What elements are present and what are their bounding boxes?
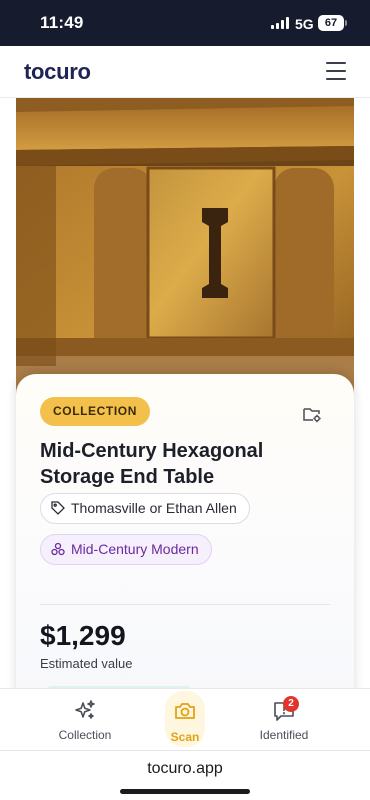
nav-scan-label: Scan xyxy=(170,730,200,744)
status-time: 11:49 xyxy=(40,13,84,32)
nav-collection[interactable]: Collection xyxy=(35,689,135,751)
divider xyxy=(40,604,330,605)
network-type: 5G xyxy=(295,16,314,32)
url-text[interactable]: tocuro.app xyxy=(0,760,370,778)
collection-badge: COLLECTION xyxy=(40,397,150,426)
camera-icon xyxy=(175,703,195,719)
battery-nub xyxy=(345,20,347,26)
item-detail-card: COLLECTION Mid-Century Hexagonal Storage… xyxy=(16,374,354,704)
style-chip[interactable]: Mid-Century Modern xyxy=(40,534,212,565)
brand-chip[interactable]: Thomasville or Ethan Allen xyxy=(40,493,250,524)
signal-icon xyxy=(271,17,289,29)
style-icon xyxy=(51,542,65,556)
nav-scan[interactable]: Scan xyxy=(135,689,235,751)
style-label: Mid-Century Modern xyxy=(71,541,199,557)
status-bar: 11:49 5G 67 xyxy=(0,0,370,46)
item-photo xyxy=(16,98,354,398)
notification-count-badge: 2 xyxy=(283,696,299,712)
nav-identified-label: Identified xyxy=(259,728,309,742)
folder-settings-icon[interactable] xyxy=(302,404,322,424)
estimated-price: $1,299 xyxy=(40,620,126,651)
logo[interactable]: tocuro xyxy=(24,59,91,85)
home-indicator[interactable] xyxy=(120,789,250,794)
brand-label: Thomasville or Ethan Allen xyxy=(71,500,237,516)
menu-icon[interactable] xyxy=(326,62,346,80)
battery-icon: 67 xyxy=(318,15,344,31)
tag-icon xyxy=(51,501,65,515)
item-title: Mid-Century Hexagonal Storage End Table xyxy=(40,440,264,488)
nav-collection-label: Collection xyxy=(58,728,112,742)
bottom-nav: Collection Scan Identified xyxy=(0,688,370,750)
price-label: Estimated value xyxy=(40,656,133,671)
app-header: tocuro xyxy=(0,46,370,98)
browser-url-bar[interactable]: tocuro.app xyxy=(0,750,370,800)
sparkles-icon xyxy=(75,700,95,719)
